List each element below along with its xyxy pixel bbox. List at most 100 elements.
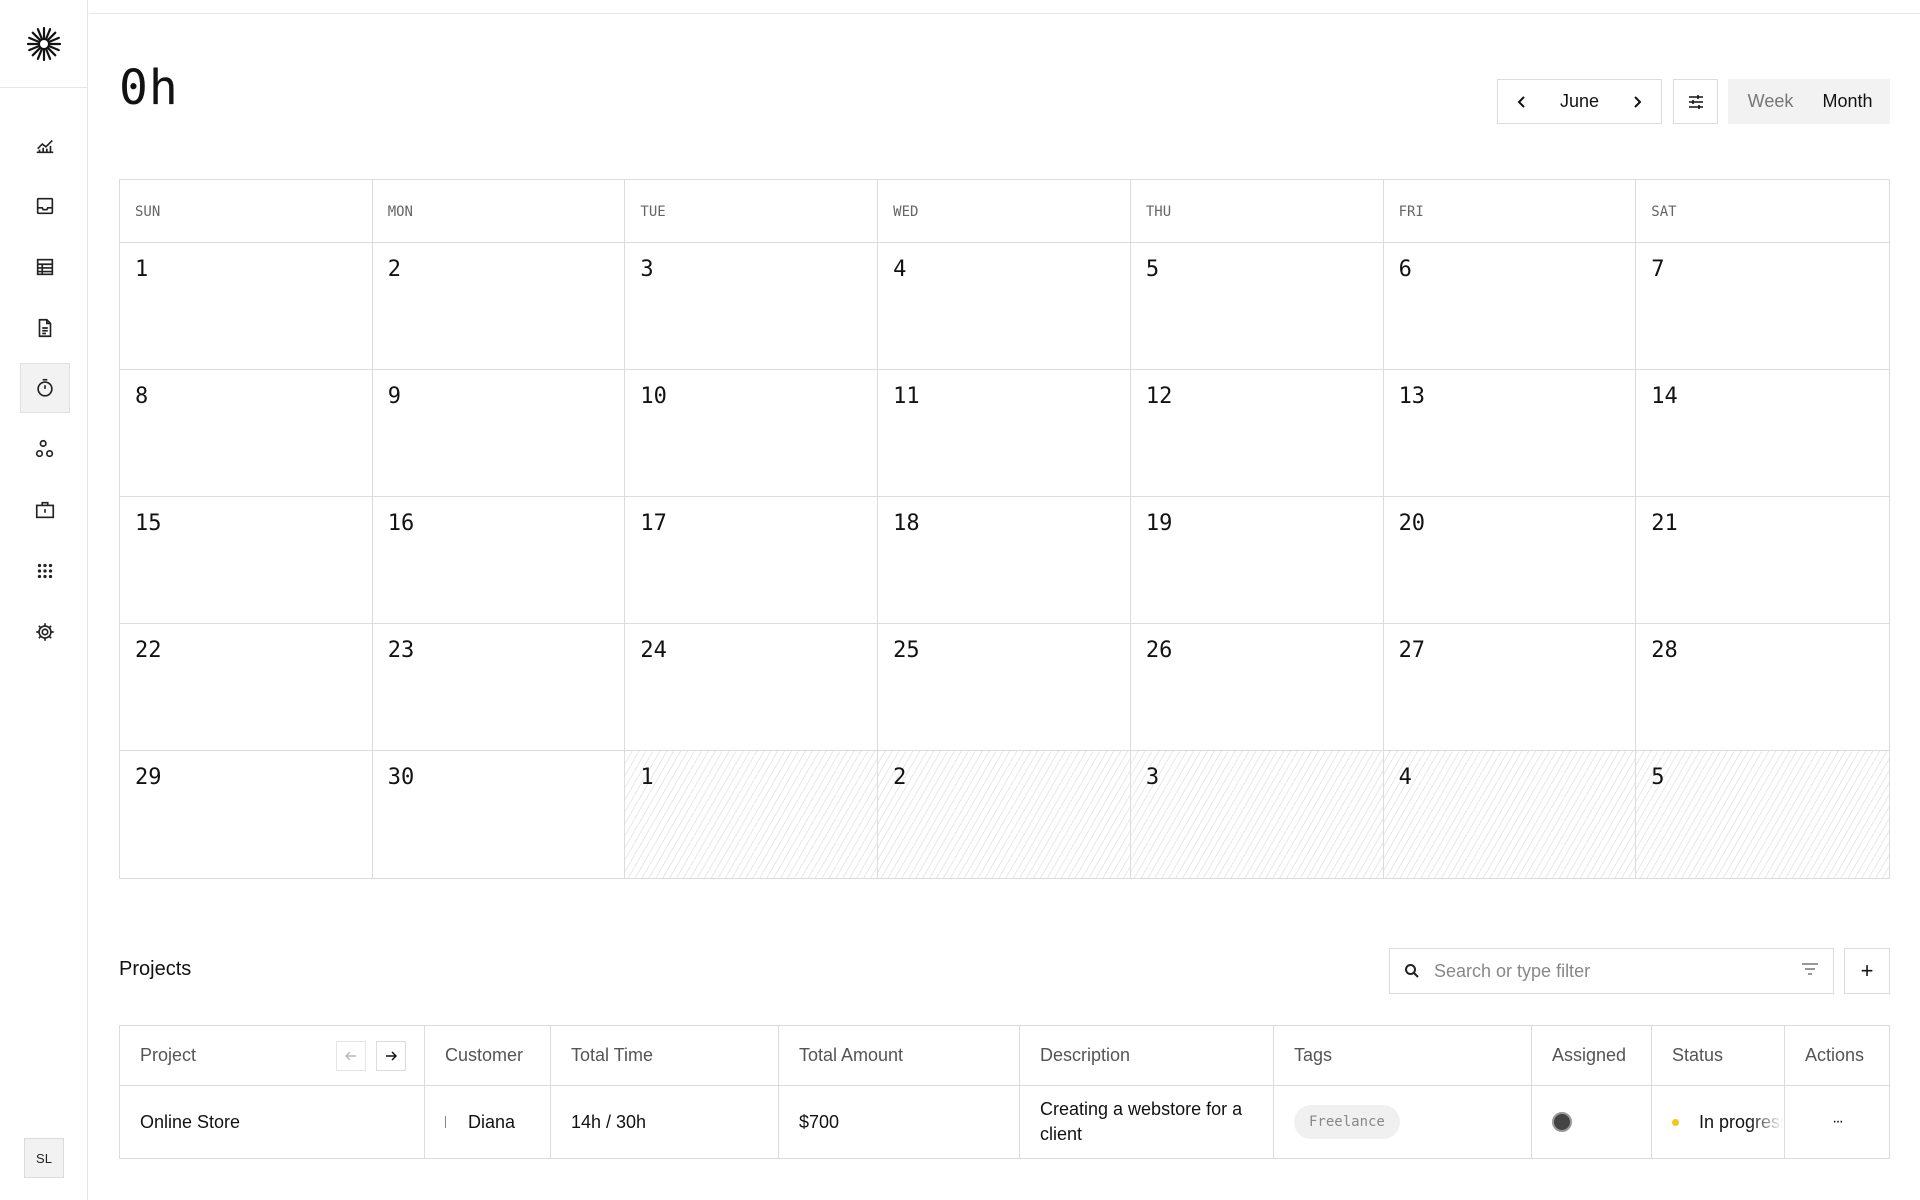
nav-vault[interactable] bbox=[20, 485, 70, 535]
day-cell[interactable]: 30 bbox=[373, 751, 626, 878]
day-cell[interactable]: 10 bbox=[625, 370, 879, 497]
total-time-cell: 14h / 30h bbox=[551, 1086, 779, 1158]
day-cell[interactable]: 8 bbox=[120, 370, 373, 497]
projects-table: Project Customer Total Time Total Amount… bbox=[119, 1025, 1890, 1159]
day-cell[interactable]: 24 bbox=[625, 624, 879, 751]
column-header-total-time[interactable]: Total Time bbox=[551, 1026, 779, 1085]
user-avatar[interactable]: SL bbox=[24, 1138, 64, 1178]
sliders-icon bbox=[1688, 94, 1703, 109]
day-cell[interactable]: 11 bbox=[878, 370, 1131, 497]
column-header[interactable]: Project bbox=[120, 1026, 425, 1085]
search-input[interactable] bbox=[1434, 960, 1801, 982]
sunburst-logo[interactable] bbox=[0, 0, 88, 88]
customer-cell: Diana bbox=[425, 1086, 551, 1158]
day-cell-next-month[interactable]: 4 bbox=[1383, 751, 1637, 878]
day-cell[interactable]: 2 bbox=[372, 243, 626, 370]
chart-icon bbox=[36, 139, 54, 154]
day-cell[interactable]: 19 bbox=[1130, 497, 1384, 624]
day-cell[interactable]: 16 bbox=[372, 497, 626, 624]
tag-badge: Freelance bbox=[1294, 1105, 1400, 1139]
apps-icon bbox=[37, 563, 53, 579]
day-cell[interactable]: 15 bbox=[120, 497, 373, 624]
day-cell-next-month[interactable]: 5 bbox=[1636, 751, 1889, 878]
day-cell[interactable]: 12 bbox=[1130, 370, 1384, 497]
chevron-right-icon bbox=[1634, 95, 1642, 108]
day-cell[interactable]: 13 bbox=[1383, 370, 1637, 497]
day-cell[interactable]: 27 bbox=[1383, 624, 1637, 751]
day-cell[interactable]: 17 bbox=[625, 497, 879, 624]
weekday-label: TUE bbox=[625, 180, 879, 242]
day-cell[interactable]: 28 bbox=[1636, 624, 1889, 751]
month-view-button[interactable]: Month bbox=[1809, 83, 1886, 120]
current-month: June bbox=[1559, 91, 1600, 111]
nav-inbox[interactable] bbox=[20, 181, 70, 231]
table-row[interactable]: Online Store Diana 14h / 30h $700 Creati… bbox=[120, 1086, 1889, 1158]
day-cell[interactable]: 21 bbox=[1636, 497, 1889, 624]
nav-settings[interactable] bbox=[20, 607, 70, 657]
column-header-assigned[interactable]: Assigned bbox=[1532, 1026, 1652, 1085]
total-amount-cell: $700 bbox=[779, 1086, 1020, 1158]
weekday-label: MON bbox=[373, 180, 626, 242]
arrow-left-icon bbox=[345, 1051, 356, 1061]
weekday-label: SUN bbox=[120, 180, 373, 242]
project-search bbox=[1389, 948, 1834, 994]
day-cell[interactable]: 9 bbox=[372, 370, 626, 497]
customer-name: Diana bbox=[468, 1111, 516, 1132]
day-cell[interactable]: 1 bbox=[120, 243, 373, 370]
day-cell[interactable]: 20 bbox=[1383, 497, 1637, 624]
row-actions-button[interactable]: ··· bbox=[1785, 1086, 1889, 1158]
briefcase-icon bbox=[35, 501, 55, 519]
day-cell[interactable]: 6 bbox=[1383, 243, 1637, 370]
table-icon bbox=[36, 258, 54, 276]
settings-icon bbox=[36, 623, 54, 641]
total-time: 0h bbox=[119, 60, 179, 116]
next-month-button[interactable] bbox=[1627, 92, 1647, 112]
day-cell[interactable]: 3 bbox=[625, 243, 879, 370]
day-cell-next-month[interactable]: 3 bbox=[1130, 751, 1384, 878]
week-view-button[interactable]: Week bbox=[1732, 83, 1809, 120]
assigned-cell bbox=[1532, 1086, 1652, 1158]
day-cell[interactable]: 23 bbox=[372, 624, 626, 751]
day-cell[interactable]: 25 bbox=[878, 624, 1131, 751]
arrow-right-icon bbox=[386, 1051, 397, 1061]
month-navigator: June bbox=[1497, 79, 1662, 124]
project-name: Online Store bbox=[120, 1086, 425, 1158]
day-cell[interactable]: 5 bbox=[1130, 243, 1384, 370]
search-icon bbox=[1405, 964, 1419, 978]
day-cell[interactable]: 4 bbox=[878, 243, 1131, 370]
add-project-button[interactable]: + bbox=[1844, 948, 1890, 994]
filter-button[interactable] bbox=[1801, 962, 1819, 981]
day-cell[interactable]: 22 bbox=[120, 624, 373, 751]
column-header-status[interactable]: Status bbox=[1652, 1026, 1785, 1085]
day-cell[interactable]: 7 bbox=[1636, 243, 1889, 370]
day-cell[interactable]: 14 bbox=[1636, 370, 1889, 497]
weekday-label: WED bbox=[878, 180, 1131, 242]
scroll-right-button[interactable] bbox=[376, 1041, 406, 1071]
column-header-description[interactable]: Description bbox=[1020, 1026, 1274, 1085]
day-cell[interactable]: 18 bbox=[878, 497, 1131, 624]
nav-analytics[interactable] bbox=[20, 120, 70, 170]
status-indicator bbox=[1672, 1118, 1679, 1126]
column-scroll-controls bbox=[336, 1041, 406, 1071]
day-cell[interactable]: 29 bbox=[120, 751, 373, 878]
prev-month-button[interactable] bbox=[1512, 92, 1532, 112]
day-cell[interactable]: 26 bbox=[1130, 624, 1384, 751]
nav-tracker[interactable] bbox=[20, 363, 70, 413]
nav-apps[interactable] bbox=[20, 546, 70, 596]
calendar-grid: 1 2 3 4 5 6 7 8 9 10 11 12 13 14 15 16 1… bbox=[120, 243, 1889, 878]
customers-icon bbox=[35, 439, 54, 458]
scroll-left-button[interactable] bbox=[336, 1041, 366, 1071]
assignee-avatar bbox=[1552, 1112, 1572, 1132]
column-header-total-amount[interactable]: Total Amount bbox=[779, 1026, 1020, 1085]
tags-cell: Freelance bbox=[1274, 1086, 1532, 1158]
day-cell-next-month[interactable]: 1 bbox=[625, 751, 879, 878]
status-text: In progress bbox=[1699, 1111, 1783, 1132]
column-header-customer[interactable]: Customer bbox=[425, 1026, 551, 1085]
calendar-settings-button[interactable] bbox=[1673, 79, 1718, 124]
nav-invoices[interactable] bbox=[20, 303, 70, 353]
column-header-tags[interactable]: Tags bbox=[1274, 1026, 1532, 1085]
day-cell-next-month[interactable]: 2 bbox=[878, 751, 1131, 878]
nav-transactions[interactable] bbox=[20, 242, 70, 292]
document-icon bbox=[38, 318, 52, 338]
nav-customers[interactable] bbox=[20, 424, 70, 474]
